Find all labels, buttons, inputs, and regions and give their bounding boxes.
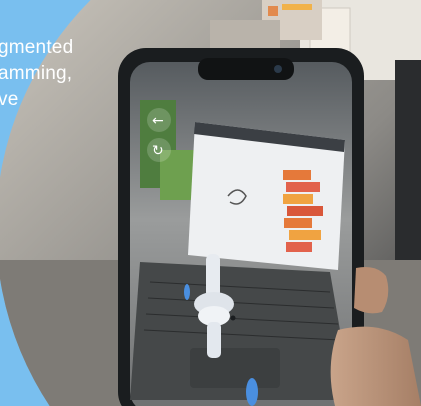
caption-line-2: amming, <box>0 63 73 84</box>
caption-text: gmented amming, ve <box>0 35 73 113</box>
hero-banner: ← ↻ gmented amming, ve <box>0 0 421 406</box>
rotate-glyph: ↻ <box>152 143 164 159</box>
back-arrow-glyph: ← <box>152 113 164 129</box>
caption-line-3: ve <box>0 89 19 110</box>
caption-line-1: gmented <box>0 37 74 58</box>
